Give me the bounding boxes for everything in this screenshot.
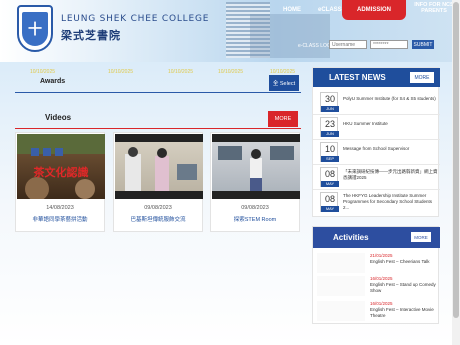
- login-submit-button[interactable]: SUBMIT: [412, 40, 434, 49]
- activity-thumbnail[interactable]: [317, 276, 365, 296]
- video-date: 09/08/2023: [144, 205, 172, 211]
- activity-date: 16/01/2025: [370, 276, 393, 281]
- activity-item[interactable]: 16/01/2025 English Fest – Stand up Comed…: [313, 274, 440, 298]
- activities-more-button[interactable]: MORE: [411, 232, 431, 242]
- username-input[interactable]: [329, 40, 367, 49]
- awards-divider: [15, 92, 301, 93]
- news-month: MAY: [321, 181, 339, 187]
- activity-item[interactable]: 16/01/2025 English Fest – Interactive Mo…: [313, 299, 440, 323]
- nav-admission[interactable]: ADMISSION: [342, 0, 406, 20]
- activity-item[interactable]: 21/01/2025 English Fest – Cheerians Talk: [313, 251, 440, 275]
- news-title[interactable]: HKU Summer Institute: [343, 121, 438, 127]
- news-date-badge: 08 MAY: [320, 192, 339, 212]
- news-item[interactable]: 08 MAY The HKFYG Leadership Institute Su…: [313, 190, 440, 215]
- news-title[interactable]: The HKFYG Leadership Institute Summer Pr…: [343, 193, 438, 211]
- activity-thumbnail[interactable]: [317, 301, 365, 321]
- latest-news-header: LATEST NEWS MORE: [313, 68, 440, 87]
- page-scrollbar[interactable]: [452, 0, 460, 345]
- video-title[interactable]: 探索STEM Room: [211, 215, 299, 223]
- password-input[interactable]: [370, 40, 408, 49]
- news-item[interactable]: 08 MAY 「未來調研紀技傳——步元出路翦新資」網上資悉講證2025: [313, 165, 440, 190]
- news-date-badge: 23 JUN: [320, 117, 339, 137]
- news-date-badge: 10 SEP: [320, 142, 339, 162]
- nav-home[interactable]: HOME: [283, 7, 301, 13]
- video-card[interactable]: 09/08/2023 巴基斯坦傳統服飾交流: [113, 132, 203, 232]
- activities-header: Activities MORE: [313, 227, 440, 248]
- video-thumbnail[interactable]: 茶文化認識: [17, 134, 105, 199]
- news-month: JUN: [321, 106, 339, 112]
- videos-divider: [15, 128, 301, 129]
- news-month: SEP: [321, 156, 339, 162]
- site-header: 十 LEUNG SHEK CHEE COLLEGE 梁式芝書院 HOME eCL…: [0, 0, 460, 62]
- school-crest-logo[interactable]: 十: [17, 5, 53, 52]
- activity-date: 16/01/2025: [370, 301, 393, 306]
- activity-date: 21/01/2025: [370, 253, 393, 258]
- news-day: 10: [324, 144, 335, 154]
- activities-title: Activities: [333, 233, 369, 242]
- activity-thumbnail[interactable]: [317, 253, 365, 273]
- thumbnail-scene-icon: [212, 134, 300, 199]
- video-title[interactable]: 巴基斯坦傳統服飾交流: [114, 215, 202, 223]
- latest-news-title: LATEST NEWS: [329, 73, 386, 82]
- video-card[interactable]: 09/08/2023 探索STEM Room: [210, 132, 300, 232]
- award-date: 10/10/2025: [108, 69, 134, 75]
- award-date: 10/10/2025: [30, 69, 56, 75]
- news-item[interactable]: 30 JUN PolyU Summer Institute (for S4 & …: [313, 90, 440, 115]
- news-title[interactable]: 「未來調研紀技傳——步元出路翦新資」網上資悉講證2025: [343, 169, 438, 181]
- news-month: MAY: [321, 206, 339, 212]
- activity-title[interactable]: English Fest – Cheerians Talk: [370, 259, 436, 265]
- news-month: JUN: [321, 131, 339, 137]
- video-card[interactable]: 茶文化認識 14/08/2023 非華語同學茶藝拼活動: [15, 132, 105, 232]
- news-item[interactable]: 10 SEP Message from School Supervisor: [313, 140, 440, 165]
- awards-select-button[interactable]: 全 Select: [269, 75, 299, 91]
- videos-more-button[interactable]: MORE: [268, 111, 298, 127]
- activity-title[interactable]: English Fest – Stand up Comedy Show: [370, 282, 436, 294]
- school-name-english[interactable]: LEUNG SHEK CHEE COLLEGE: [61, 14, 209, 24]
- news-day: 08: [324, 169, 335, 179]
- nav-eclass[interactable]: eCLASS: [318, 7, 342, 13]
- news-title[interactable]: Message from School Supervisor: [343, 146, 438, 152]
- news-title[interactable]: PolyU Summer Institute (for S4 & S5 stud…: [343, 96, 438, 102]
- award-date: 10/10/2025: [218, 69, 244, 75]
- activity-title[interactable]: English Fest – Interactive Movie Theatre: [370, 307, 436, 319]
- latest-news-panel: LATEST NEWS MORE 30 JUN PolyU Summer Ins…: [312, 67, 440, 217]
- news-item[interactable]: 23 JUN HKU Summer Institute: [313, 115, 440, 140]
- video-thumbnail[interactable]: [212, 134, 300, 199]
- videos-heading: Videos: [45, 113, 72, 122]
- crest-cross-icon: 十: [22, 11, 48, 46]
- school-building-image-wing: [250, 14, 330, 58]
- award-date: 10/10/2025: [168, 69, 194, 75]
- news-date-badge: 30 JUN: [320, 92, 339, 112]
- news-day: 30: [324, 94, 335, 104]
- school-name-chinese[interactable]: 梁式芝書院: [61, 27, 121, 43]
- video-thumbnail[interactable]: [115, 134, 203, 199]
- thumbnail-scene-icon: [115, 134, 203, 199]
- scrollbar-thumb[interactable]: [453, 2, 459, 318]
- news-day: 23: [324, 119, 335, 129]
- news-date-badge: 08 MAY: [320, 167, 339, 187]
- latest-news-more-button[interactable]: MORE: [410, 72, 434, 83]
- nav-info-ncs-parents[interactable]: INFO FOR NCS PARENTS: [412, 2, 456, 14]
- video-date: 09/08/2023: [241, 205, 269, 211]
- video-date: 14/08/2023: [46, 205, 74, 211]
- activities-panel: Activities MORE 21/01/2025 English Fest …: [312, 226, 440, 324]
- video-thumbnail-caption: 茶文化認識: [33, 166, 89, 179]
- awards-heading: Awards: [40, 78, 66, 85]
- video-title[interactable]: 非華語同學茶藝拼活動: [16, 215, 104, 223]
- news-day: 08: [324, 194, 335, 204]
